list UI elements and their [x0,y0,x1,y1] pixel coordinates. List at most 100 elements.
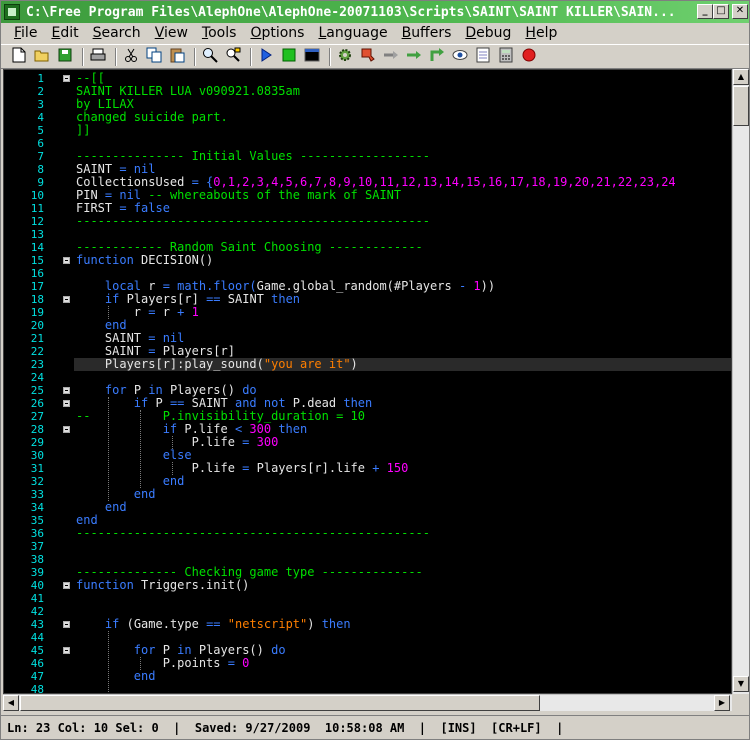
menu-search[interactable]: Search [86,24,148,42]
menu-label-rest: ebug [476,25,512,41]
settings-button[interactable] [335,47,355,67]
code-token: r [148,279,163,293]
code-token: = { [191,175,214,189]
step-out-icon [429,47,445,67]
menu-language[interactable]: Language [311,24,394,42]
menu-label-rest: iew [163,25,188,41]
menu-view[interactable]: View [148,24,195,42]
fold-toggle-icon[interactable] [63,75,70,82]
menu-file[interactable]: File [7,24,44,42]
scroll-right-button[interactable]: ▶ [714,695,730,711]
copy-button[interactable] [144,47,164,67]
code-token: (Game.type [126,617,207,631]
code-token: ----------------------------------------… [76,526,431,540]
step-over-button[interactable] [404,47,424,67]
menu-options[interactable]: Options [243,24,311,42]
horizontal-scrollbar[interactable]: ◀ ▶ [3,694,732,711]
calculator-button[interactable] [496,47,516,67]
step-out-button[interactable] [427,47,447,67]
menu-tools[interactable]: Tools [195,24,244,42]
code-token: - [458,279,474,293]
vertical-scrollbar[interactable]: ▲ ▼ [732,69,749,694]
code-token: SAINT [191,396,235,410]
code-token: SAINT KILLER LUA v090921.0835am [76,84,300,98]
app-window: C:\Free Program Files\AlephOne\AlephOne-… [0,0,750,740]
print-button[interactable] [88,47,108,67]
scroll-up-button[interactable]: ▲ [733,69,749,85]
find-button[interactable] [200,47,220,67]
scroll-down-button[interactable]: ▼ [733,676,749,692]
code-token: r [162,305,178,319]
cut-button[interactable] [121,47,141,67]
code-token: = [242,435,257,449]
line-number: 44 [30,631,44,644]
code-token: end [104,318,127,332]
code-token: else [162,448,192,462]
open-folder-button[interactable] [32,47,52,67]
run-button[interactable] [256,47,276,67]
menu-label-rest: ools [208,25,237,41]
horizontal-scroll-thumb[interactable] [20,695,540,711]
fold-toggle-icon[interactable] [63,296,70,303]
code-token: ) [307,617,322,631]
vertical-scroll-thumb[interactable] [733,86,749,126]
fold-toggle-icon[interactable] [63,400,70,407]
code-editor[interactable]: 1 --[[2 SAINT KILLER LUA v090921.0835am 3 by… [3,69,732,694]
line-number: 9 [37,176,44,189]
line-number: 11 [30,202,44,215]
code-line[interactable]: Players[r]:play_sound("you are it") [76,358,358,371]
fold-toggle-icon[interactable] [63,426,70,433]
code-line[interactable]: changed suicide part. [76,111,228,124]
breakpoints-button[interactable] [473,47,493,67]
close-button[interactable]: ✕ [732,4,748,19]
code-token: Players() [198,643,272,657]
fold-toggle-icon[interactable] [63,387,70,394]
step-into-button[interactable] [381,47,401,67]
line-number: 14 [30,241,44,254]
code-token: "netscript" [227,617,308,631]
code-line[interactable]: function DECISION() [76,254,213,267]
title-bar[interactable]: C:\Free Program Files\AlephOne\AlephOne-… [1,1,749,23]
code-token: -- whereabouts of the mark of SAINT [148,188,402,202]
code-line[interactable]: ----------------------------------------… [76,527,430,540]
new-file-button[interactable] [9,47,29,67]
menu-buffers[interactable]: Buffers [395,24,459,42]
line-number: 35 [30,514,44,527]
code-line[interactable]: ]] [76,124,90,137]
menu-mnemonic: O [250,25,262,41]
maximize-button[interactable]: □ [713,4,729,19]
code-line[interactable]: function Triggers.init() [76,579,249,592]
menu-label-rest: ile [21,25,38,41]
code-line[interactable]: ----------------------------------------… [76,215,430,228]
fold-margin[interactable] [62,70,74,693]
bookmark-button[interactable] [358,47,378,67]
scroll-left-button[interactable]: ◀ [3,695,19,711]
save-button[interactable] [55,47,75,67]
stop-button[interactable] [279,47,299,67]
console-button[interactable] [302,47,322,67]
line-number: 6 [37,137,44,150]
code-line[interactable]: if (Game.type == "netscript") then [76,618,351,631]
code-token: 0,1,2,3,4,5,6,7,8,9,10,11,12,13,14,15,16… [213,175,676,189]
menu-mnemonic: V [154,25,164,41]
fold-toggle-icon[interactable] [63,621,70,628]
line-number: 18 [30,293,44,306]
minimize-button[interactable]: _ [697,4,713,19]
watch-button[interactable] [450,47,470,67]
fold-toggle-icon[interactable] [63,647,70,654]
menu-debug[interactable]: Debug [458,24,518,42]
code-token: == [206,617,228,631]
code-token: in [177,643,199,657]
menu-edit[interactable]: Edit [44,24,85,42]
line-number: 7 [37,150,44,163]
code-line[interactable]: end [76,669,156,683]
record-button[interactable] [519,47,539,67]
fold-toggle-icon[interactable] [63,257,70,264]
paste-button[interactable] [167,47,187,67]
replace-button[interactable] [223,47,243,67]
fold-toggle-icon[interactable] [63,582,70,589]
menu-help[interactable]: Help [518,24,564,42]
